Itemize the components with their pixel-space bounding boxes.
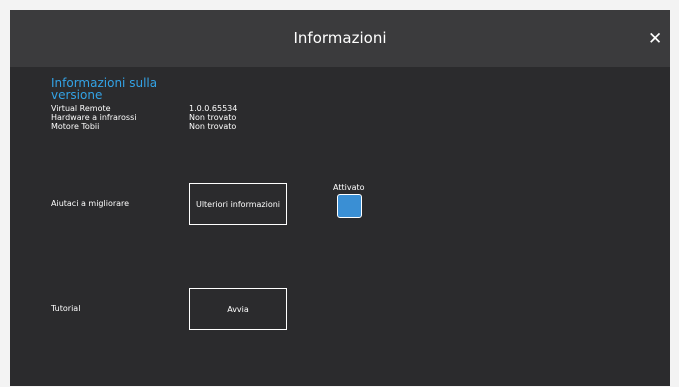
start-tutorial-button[interactable]: Avvia	[189, 288, 287, 330]
info-label-tobii-engine: Motore Tobii	[51, 122, 100, 131]
close-icon[interactable]: ✕	[648, 30, 662, 48]
dialog-title: Informazioni	[293, 29, 387, 47]
info-value-tobii-engine: Non trovato	[189, 122, 237, 131]
improve-label: Aiutaci a migliorare	[51, 199, 130, 208]
info-dialog: Informazioni ✕ Informazioni sulla versio…	[10, 10, 670, 386]
improve-toggle[interactable]	[337, 194, 362, 218]
title-bar: Informazioni ✕	[10, 10, 670, 67]
tutorial-label: Tutorial	[51, 304, 81, 313]
info-label-infrared-hardware: Hardware a infrarossi	[51, 113, 137, 122]
toggle-label: Attivato	[333, 183, 365, 192]
info-value-virtual-remote: 1.0.0.65534	[189, 104, 238, 113]
version-section-heading: Informazioni sulla versione	[51, 76, 158, 102]
more-info-button[interactable]: Ulteriori informazioni	[189, 183, 287, 225]
info-label-virtual-remote: Virtual Remote	[51, 104, 111, 113]
info-value-infrared-hardware: Non trovato	[189, 113, 237, 122]
